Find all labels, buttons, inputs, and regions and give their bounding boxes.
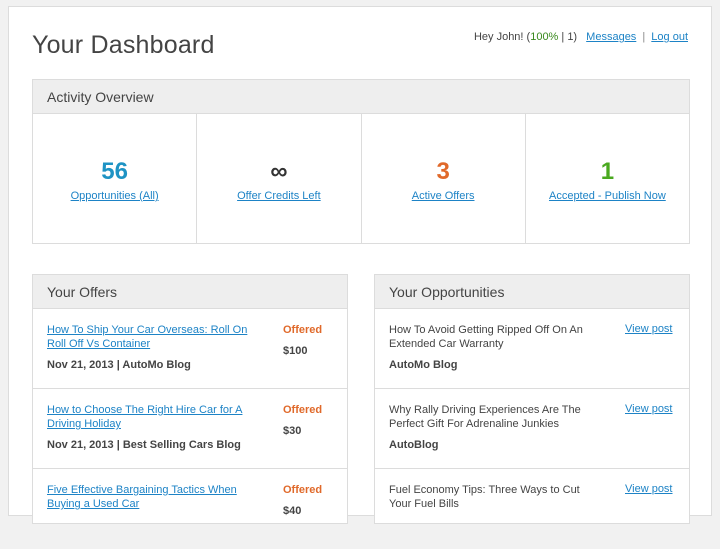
user-percent: 100% xyxy=(530,31,559,43)
your-offers-header: Your Offers xyxy=(33,275,347,309)
opportunity-title: Fuel Economy Tips: Three Ways to Cut You… xyxy=(389,484,580,510)
stat-accepted: 1 Accepted - Publish Now xyxy=(526,114,689,244)
offer-row: How to Choose The Right Hire Car for A D… xyxy=(33,389,347,469)
activity-overview-panel: Activity Overview 56 Opportunities (All)… xyxy=(32,79,690,244)
offer-title-link[interactable]: Five Effective Bargaining Tactics When B… xyxy=(47,483,257,511)
view-post-link[interactable]: View post xyxy=(625,323,673,335)
page-title: Your Dashboard xyxy=(32,31,215,59)
opportunity-source: AutoMo Blog xyxy=(389,359,458,371)
offer-status: Offered xyxy=(283,484,323,496)
activity-stats: 56 Opportunities (All) ∞ Offer Credits L… xyxy=(33,114,689,244)
opportunity-row: Why Rally Driving Experiences Are The Pe… xyxy=(375,389,689,469)
offer-price: $100 xyxy=(283,345,308,357)
stat-active-offers-value: 3 xyxy=(436,158,450,185)
stat-active-offers-link[interactable]: Active Offers xyxy=(412,190,475,202)
stat-opportunities: 56 Opportunities (All) xyxy=(33,114,198,244)
user-bar: Hey John! (100% | 1) Messages | Log out xyxy=(474,31,688,43)
stat-accepted-value: 1 xyxy=(600,158,615,185)
opportunity-title: How To Avoid Getting Ripped Off On An Ex… xyxy=(389,324,583,350)
stat-offer-credits-link[interactable]: Offer Credits Left xyxy=(237,190,321,202)
stat-opportunities-link[interactable]: Opportunities (All) xyxy=(71,190,159,202)
offer-row: How To Ship Your Car Overseas: Roll On R… xyxy=(33,309,347,389)
view-post-link[interactable]: View post xyxy=(625,403,673,415)
dashboard-page: Your Dashboard Hey John! (100% | 1) Mess… xyxy=(8,6,712,524)
offer-price: $40 xyxy=(283,505,302,517)
offer-price: $30 xyxy=(283,425,302,437)
your-offers-panel: Your Offers How To Ship Your Car Oversea… xyxy=(32,274,348,524)
activity-overview-header: Activity Overview xyxy=(33,80,689,114)
your-opportunities-panel: Your Opportunities How To Avoid Getting … xyxy=(374,274,690,524)
messages-link[interactable]: Messages xyxy=(586,31,636,43)
opportunity-source: AutoBlog xyxy=(389,439,439,451)
offer-meta: Nov 21, 2013 | Best Selling Cars Blog xyxy=(47,439,241,451)
stat-opportunities-value: 56 xyxy=(101,158,128,185)
offer-title-link[interactable]: How to Choose The Right Hire Car for A D… xyxy=(47,403,257,431)
offer-status: Offered xyxy=(283,404,323,416)
user-count: | 1) xyxy=(558,31,578,43)
opportunity-title: Why Rally Driving Experiences Are The Pe… xyxy=(389,404,581,430)
offer-title-link[interactable]: How To Ship Your Car Overseas: Roll On R… xyxy=(47,323,257,351)
stat-accepted-link[interactable]: Accepted - Publish Now xyxy=(549,190,666,202)
opportunity-row: How To Avoid Getting Ripped Off On An Ex… xyxy=(375,309,689,389)
stat-active-offers: 3 Active Offers xyxy=(362,114,526,244)
stat-offer-credits-value: ∞ xyxy=(270,158,288,185)
offer-status: Offered xyxy=(283,324,323,336)
view-post-link[interactable]: View post xyxy=(625,483,673,495)
user-greeting: Hey John! ( xyxy=(473,31,531,43)
logout-link[interactable]: Log out xyxy=(651,31,688,43)
offer-row: Five Effective Bargaining Tactics When B… xyxy=(33,469,347,549)
opportunity-row: Fuel Economy Tips: Three Ways to Cut You… xyxy=(375,469,689,549)
your-opportunities-header: Your Opportunities xyxy=(375,275,689,309)
userbar-separator: | xyxy=(642,31,646,43)
offer-meta: Nov 21, 2013 | AutoMo Blog xyxy=(47,359,191,371)
stat-offer-credits: ∞ Offer Credits Left xyxy=(197,114,362,244)
